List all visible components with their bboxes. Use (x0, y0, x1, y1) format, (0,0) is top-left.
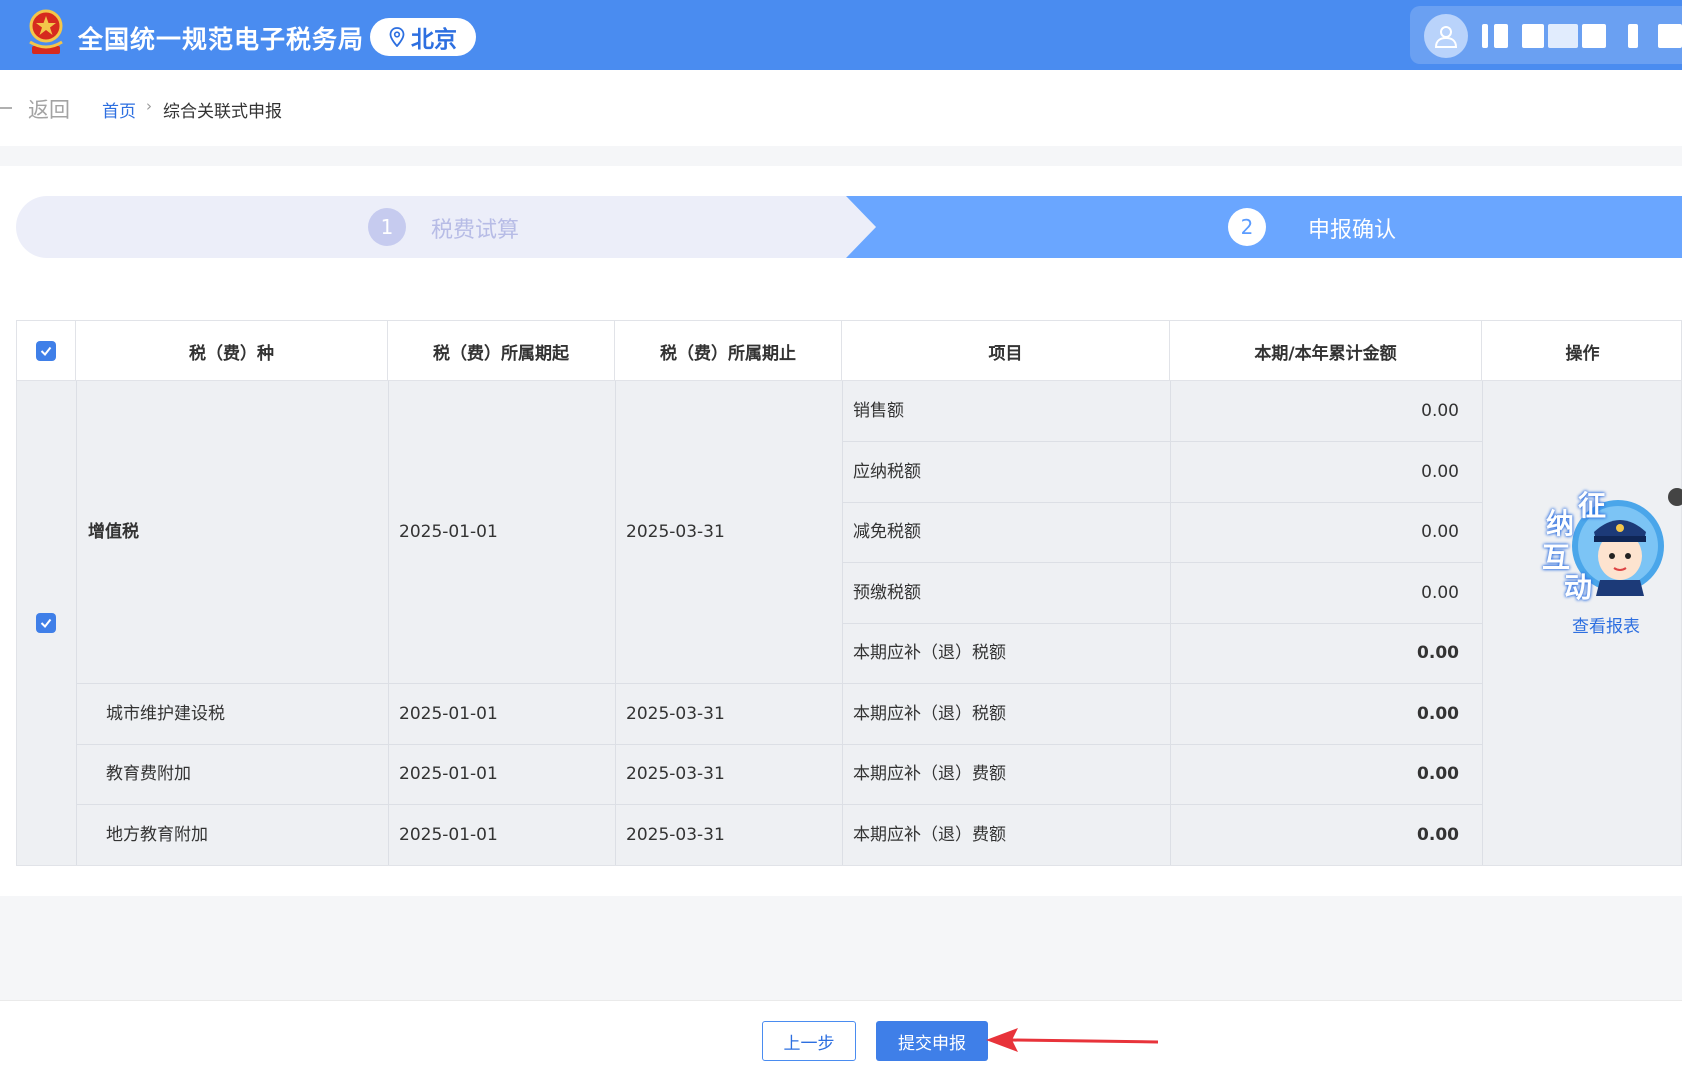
item-amount: 0.00 (1421, 583, 1459, 603)
period-start: 2025-01-01 (399, 764, 498, 784)
back-link[interactable]: 返回 (28, 94, 70, 124)
city-selector[interactable]: 北京 (370, 18, 476, 56)
step-label: 申报确认 (1308, 218, 1397, 243)
item-label: 应纳税额 (853, 462, 921, 482)
item-label: 减免税额 (853, 522, 921, 542)
item-amount: 0.00 (1417, 764, 1459, 784)
table-header: 税（费）种 税（费）所属期起 税（费）所属期止 项目 本期/本年累计金额 操作 (17, 321, 1681, 381)
select-all-checkbox[interactable] (36, 341, 56, 361)
mascot-char: 动 (1564, 571, 1593, 604)
breadcrumb-home[interactable]: 首页 (102, 97, 136, 122)
item-label: 销售额 (853, 401, 904, 421)
step-tax-calculation: 1 税费试算 (16, 196, 876, 258)
tax-type-local-education: 地方教育附加 (106, 825, 208, 845)
minimize-mascot-button[interactable] (1668, 488, 1682, 506)
user-menu[interactable] (1410, 6, 1682, 64)
row-select-checkbox[interactable] (36, 613, 56, 633)
step-number: 1 (368, 208, 406, 246)
column-header: 税（费）所属期起 (388, 321, 615, 381)
check-icon (40, 346, 52, 357)
avatar[interactable] (1424, 14, 1468, 58)
item-amount: 0.00 (1417, 704, 1459, 724)
period-end: 2025-03-31 (626, 522, 725, 542)
item-label: 本期应补（退）费额 (853, 764, 1006, 784)
submit-declaration-button[interactable]: 提交申报 (876, 1021, 988, 1061)
item-amount: 0.00 (1417, 643, 1459, 663)
item-label: 本期应补（退）税额 (853, 643, 1006, 663)
redacted-username (1482, 24, 1682, 48)
location-pin-icon (389, 27, 405, 47)
item-label: 本期应补（退）费额 (853, 825, 1006, 845)
period-start: 2025-01-01 (399, 522, 498, 542)
breadcrumb-separator: › (146, 97, 152, 115)
check-icon (40, 618, 52, 629)
breadcrumb-current: 综合关联式申报 (163, 102, 282, 122)
site-title: 全国统一规范电子税务局 (78, 25, 365, 54)
period-start: 2025-01-01 (399, 704, 498, 724)
step-label: 税费试算 (431, 218, 520, 243)
item-amount: 0.00 (1421, 462, 1459, 482)
period-end: 2025-03-31 (626, 825, 725, 845)
interaction-mascot[interactable]: 征 纳 互 动 (1540, 484, 1670, 604)
top-header: 全国统一规范电子税务局 北京 (0, 0, 1682, 70)
header-checkbox-cell (17, 321, 76, 381)
step-declaration-confirm: 2 申报确认 (846, 196, 1682, 258)
user-icon (1434, 26, 1458, 48)
table-body: 增值税 2025-01-01 2025-03-31 销售额 0.00 应纳税额 … (17, 381, 1681, 865)
period-end: 2025-03-31 (626, 764, 725, 784)
column-header: 税（费）种 (76, 321, 388, 381)
previous-step-button[interactable]: 上一步 (762, 1021, 856, 1061)
step-indicator: 1 税费试算 2 申报确认 (16, 196, 1682, 258)
column-header: 操作 (1565, 343, 1600, 364)
period-end: 2025-03-31 (626, 704, 725, 724)
column-header: 项目 (842, 321, 1170, 381)
item-amount: 0.00 (1421, 522, 1459, 542)
item-label: 预缴税额 (853, 583, 921, 603)
red-arrow-annotation-icon (986, 1028, 1159, 1052)
breadcrumb: 返回 首页 › 综合关联式申报 (0, 70, 1682, 146)
view-report-link[interactable]: 查看报表 (1572, 612, 1640, 637)
declaration-table: 税（费）种 税（费）所属期起 税（费）所属期止 项目 本期/本年累计金额 操作 (16, 320, 1682, 866)
footer-bar: 上一步 提交申报 (0, 1000, 1682, 1080)
tax-emblem-icon (29, 9, 63, 54)
tax-type-city: 城市维护建设税 (106, 704, 225, 724)
tax-type-vat: 增值税 (88, 522, 139, 542)
item-amount: 0.00 (1417, 825, 1459, 845)
tax-type-education: 教育费附加 (106, 764, 191, 784)
item-amount: 0.00 (1421, 401, 1459, 421)
item-label: 本期应补（退）税额 (853, 704, 1006, 724)
column-header: 本期/本年累计金额 (1170, 321, 1482, 381)
city-name: 北京 (411, 27, 457, 53)
main-content: 1 税费试算 2 申报确认 税（费）种 税（费）所属期起 税（费）所属期止 项目… (0, 166, 1682, 896)
back-dash-icon (0, 107, 12, 109)
step-number: 2 (1228, 208, 1266, 246)
period-start: 2025-01-01 (399, 825, 498, 845)
column-header: 税（费）所属期止 (615, 321, 842, 381)
mascot-char: 征 (1578, 489, 1607, 522)
